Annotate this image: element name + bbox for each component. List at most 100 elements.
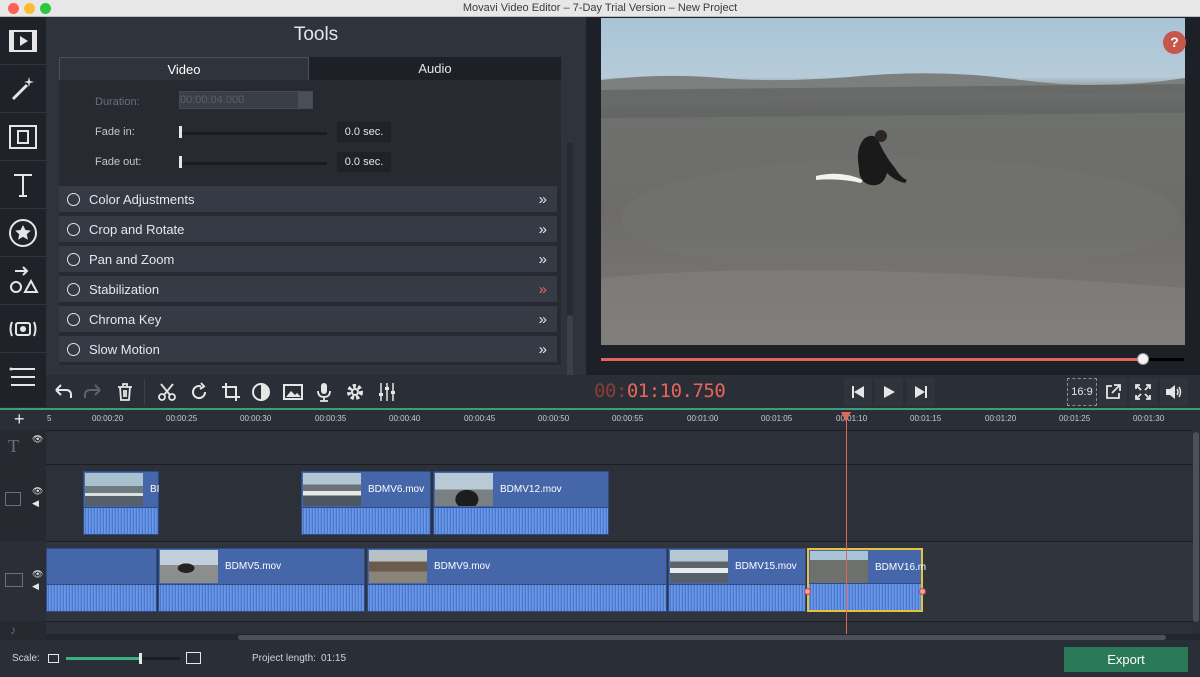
timeline-vertical-scrollbar[interactable] — [1193, 430, 1200, 634]
video-frame[interactable] — [601, 18, 1185, 345]
clip-properties-button[interactable] — [342, 379, 368, 405]
scale-slider[interactable] — [66, 653, 180, 664]
timecode-value: 01:10.750 — [626, 380, 726, 402]
ruler-tick-label: 00:00:50 — [538, 414, 570, 423]
eye-icon[interactable]: 👁 — [32, 434, 43, 445]
sidebar-filters-button[interactable] — [0, 65, 46, 113]
undo-button[interactable] — [50, 379, 76, 405]
fade-handle-right[interactable] — [919, 588, 926, 595]
fade-in-slider-handle[interactable] — [179, 126, 182, 138]
expand-chevron-icon: » — [538, 221, 547, 238]
sidebar-record-button[interactable] — [0, 305, 46, 353]
sidebar-callouts-button[interactable] — [0, 257, 46, 305]
play-button[interactable] — [875, 378, 903, 406]
sidebar-more-button[interactable] — [0, 353, 46, 401]
equalizer-button[interactable] — [374, 379, 400, 405]
title-bar: Movavi Video Editor – 7-Day Trial Versio… — [0, 0, 1200, 17]
zoom-out-icon[interactable] — [48, 654, 59, 663]
sidebar-stickers-button[interactable] — [0, 209, 46, 257]
section-pan-and-zoom[interactable]: Pan and Zoom » — [59, 246, 557, 273]
tab-audio[interactable]: Audio — [309, 57, 561, 80]
section-color-adjustments[interactable]: Color Adjustments » — [59, 186, 557, 213]
fade-out-slider[interactable] — [179, 162, 327, 165]
duration-field[interactable]: 00:00:04.000 — [179, 91, 313, 109]
clip-waveform — [669, 584, 805, 611]
previous-button[interactable] — [844, 378, 872, 406]
fade-handle-left[interactable] — [804, 588, 811, 595]
aspect-ratio-button[interactable]: 16:9 — [1067, 378, 1097, 406]
list-icon — [9, 367, 35, 386]
export-button[interactable]: Export — [1064, 647, 1188, 672]
clip-main-1[interactable] — [46, 548, 157, 612]
clip-bdmv16-selected[interactable]: BDMV16.m — [804, 548, 926, 612]
detach-preview-button[interactable] — [1099, 378, 1127, 406]
radio-icon — [67, 313, 80, 326]
section-slow-motion[interactable]: Slow Motion » — [59, 336, 557, 363]
scale-label: Scale: — [12, 653, 40, 664]
timeline-vertical-scrollbar-thumb[interactable] — [1193, 432, 1199, 622]
text-track[interactable] — [46, 430, 1194, 464]
sidebar-import-button[interactable] — [0, 17, 46, 65]
sidebar-titles-button[interactable] — [0, 161, 46, 209]
mute-icon[interactable]: ◀ — [32, 498, 39, 509]
section-chroma-key[interactable]: Chroma Key » — [59, 306, 557, 333]
image-overlay-button[interactable] — [280, 379, 306, 405]
expand-chevron-icon: » — [538, 251, 547, 268]
rotate-button[interactable] — [186, 379, 212, 405]
clip-waveform — [368, 584, 666, 611]
eye-icon[interactable]: 👁 — [32, 569, 43, 580]
tools-title: Tools — [293, 24, 339, 45]
fade-in-value[interactable]: 0.0 sec. — [337, 122, 391, 142]
duration-stepper[interactable] — [298, 92, 312, 108]
fade-out-slider-handle[interactable] — [179, 156, 182, 168]
fullscreen-button[interactable] — [1129, 378, 1157, 406]
main-track-header: 👁 ◀ — [0, 541, 46, 621]
zoom-in-icon[interactable] — [186, 652, 201, 664]
clip-bdmv15[interactable]: BDMV15.mov — [668, 548, 806, 612]
redo-icon — [84, 384, 101, 398]
section-label: Crop and Rotate — [89, 222, 185, 237]
tab-video[interactable]: Video — [59, 57, 309, 80]
clip-bdmv9[interactable]: BDMV9.mov — [367, 548, 667, 612]
shapes-icon — [10, 265, 39, 293]
external-window-icon — [1106, 384, 1121, 399]
timeline-ruler[interactable]: + 5 00:00:20 00:00:25 00:00:30 00:00:35 … — [0, 408, 1200, 430]
add-track-icon[interactable]: + — [14, 409, 25, 430]
eye-icon[interactable]: 👁 — [32, 486, 43, 497]
volume-icon — [1166, 385, 1182, 399]
scale-slider-handle[interactable] — [139, 653, 143, 664]
close-window-button[interactable] — [8, 3, 19, 14]
clip-waveform — [809, 583, 921, 610]
color-adjust-button[interactable] — [248, 379, 274, 405]
section-label: Chroma Key — [89, 312, 162, 327]
ruler-tick-label: 00:00:25 — [166, 414, 198, 423]
preview-progress-bar[interactable] — [601, 353, 1184, 365]
section-stabilization[interactable]: Stabilization » — [59, 276, 557, 303]
clip-bdmv5[interactable]: BDMV5.mov — [158, 548, 365, 612]
toolbar-divider — [144, 379, 145, 405]
fade-in-slider[interactable] — [179, 132, 327, 135]
volume-button[interactable] — [1160, 378, 1188, 406]
section-crop-and-rotate[interactable]: Crop and Rotate » — [59, 216, 557, 243]
bottom-bar: Scale: Project length: 01:15 Export — [0, 640, 1200, 677]
clip-bdmv6[interactable]: BDMV6.mov — [301, 471, 431, 535]
sidebar-transitions-button[interactable] — [0, 113, 46, 161]
window-title: Movavi Video Editor – 7-Day Trial Versio… — [462, 2, 738, 14]
clip-thumbnail — [435, 473, 493, 506]
clip-overlay-1[interactable]: BI — [83, 471, 159, 535]
help-button[interactable]: ? — [1163, 31, 1186, 54]
split-button[interactable] — [154, 379, 180, 405]
clip-bdmv12[interactable]: BDMV12.mov — [433, 471, 609, 535]
minimize-window-button[interactable] — [24, 3, 35, 14]
zoom-window-button[interactable] — [40, 3, 51, 14]
delete-button[interactable] — [112, 379, 138, 405]
clip-waveform — [84, 507, 158, 534]
overlay-track[interactable] — [46, 464, 1194, 541]
voiceover-button[interactable] — [311, 379, 337, 405]
crop-button[interactable] — [218, 379, 244, 405]
fade-out-value[interactable]: 0.0 sec. — [337, 152, 391, 172]
mute-icon[interactable]: ◀ — [32, 581, 39, 592]
redo-button[interactable] — [80, 379, 106, 405]
next-button[interactable] — [907, 378, 935, 406]
crop-icon — [222, 383, 240, 401]
